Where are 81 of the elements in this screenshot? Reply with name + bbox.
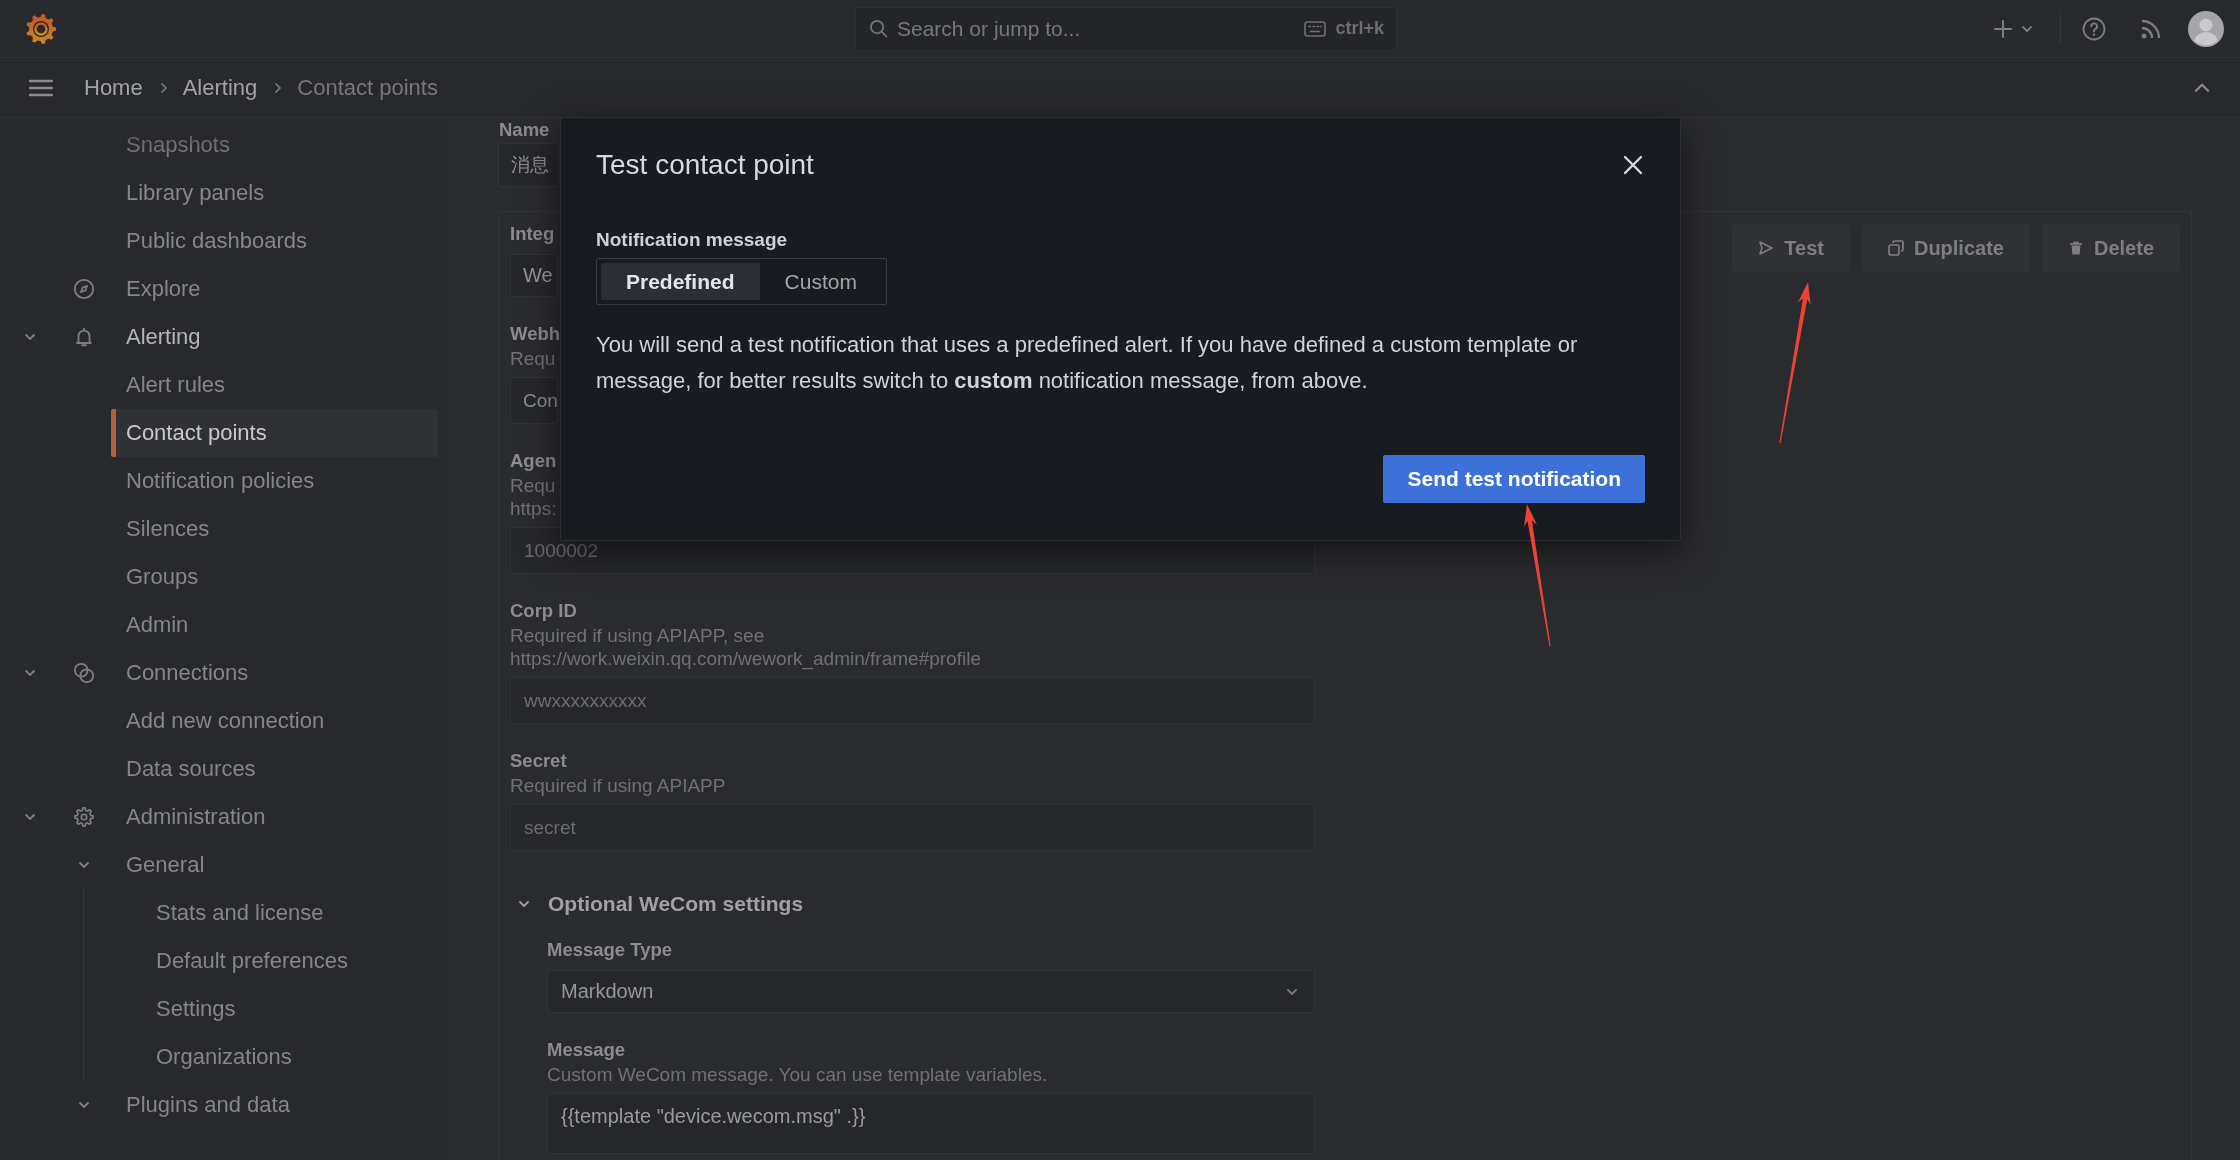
text-field[interactable]: secret: [510, 804, 1315, 851]
collapse-button[interactable]: Optional WeCom settings: [518, 887, 804, 921]
sidebar-item[interactable]: Connections: [111, 649, 438, 697]
field-label: Message Type: [547, 938, 673, 962]
search-input[interactable]: Search or jump to...: [897, 16, 1296, 41]
sidebar-item[interactable]: Add new connection: [111, 697, 438, 745]
bell-icon: [73, 326, 95, 348]
chevron-down-icon[interactable]: [78, 859, 90, 871]
field-label: Notification message: [596, 228, 788, 252]
sidebar-item[interactable]: Groups: [111, 553, 438, 601]
sidebar-item[interactable]: Organizations: [141, 1033, 438, 1081]
compass-icon: [73, 278, 95, 300]
sidebar-item[interactable]: Data sources: [111, 745, 438, 793]
keyboard-icon: [1304, 20, 1327, 37]
trash-icon: [2067, 240, 2084, 256]
sidebar-item[interactable]: Notification policies: [111, 457, 438, 505]
dialog-text: You will send a test notification that uses a predefined alert. If you have defined a custom template or message, for better results switch to custom notification message, from above.: [596, 331, 1579, 395]
dropdown-field[interactable]: Markdown: [547, 970, 1315, 1013]
breadcrumb-link[interactable]: Alerting: [182, 74, 258, 101]
gear-icon: [73, 806, 95, 828]
test-button[interactable]: Test: [1732, 224, 1850, 272]
message-field[interactable]: {{template "device.wecom.msg" .}}: [547, 1093, 1315, 1154]
sidebar-item[interactable]: Alert rules: [111, 361, 438, 409]
sidebar-item[interactable]: Settings: [141, 985, 438, 1033]
text-field[interactable]: 消息: [498, 143, 559, 187]
send-button[interactable]: Send test notification: [1383, 455, 1645, 503]
field-label: Webh: [510, 322, 561, 346]
chevron-down-icon[interactable]: [78, 1099, 90, 1111]
menu-icon[interactable]: [29, 78, 53, 97]
field-label: Secret: [510, 749, 567, 773]
search-icon: [869, 19, 888, 38]
sidebar-item[interactable]: Public dashboards: [111, 217, 438, 265]
shortcut-hint: ctrl+k: [1335, 18, 1384, 39]
field-label: Name: [499, 119, 550, 141]
breadcrumb-link[interactable]: Home: [84, 74, 143, 101]
field-description: Requ https:: [510, 474, 558, 520]
sidebar-item[interactable]: Administration: [111, 793, 438, 841]
breadcrumb-current: Contact points: [297, 74, 438, 101]
field-label: Message: [547, 1038, 626, 1062]
dialog-title: Test contact point: [596, 148, 814, 182]
avatar-icon[interactable]: [2188, 10, 2224, 47]
chevron-down-icon[interactable]: [24, 811, 36, 823]
sidebar-item[interactable]: Silences: [111, 505, 438, 553]
sidebar-item[interactable]: Explore: [111, 265, 438, 313]
chevron-down-icon: [518, 898, 530, 910]
rings-icon: [73, 662, 95, 684]
sidebar-item[interactable]: Stats and license: [141, 889, 438, 937]
sidebar-item[interactable]: Alerting: [111, 313, 438, 361]
dropdown-field[interactable]: We: [510, 254, 558, 297]
field-description: Requ: [510, 347, 557, 370]
new-button[interactable]: [1994, 19, 2033, 38]
help-icon[interactable]: [2082, 16, 2106, 41]
sidebar-item[interactable]: General: [111, 841, 438, 889]
field-description: Required if using APIAPP, see https://work.weixin.qq.com/wework_admin/frame#profile: [510, 624, 982, 670]
rss-icon[interactable]: [2140, 17, 2162, 40]
sidebar-item[interactable]: Snapshots: [111, 121, 438, 169]
sidebar-item[interactable]: Library panels: [111, 169, 438, 217]
sidebar-item[interactable]: Plugins and data: [111, 1081, 438, 1129]
text-field[interactable]: Con: [510, 377, 558, 424]
field-label: Integ: [510, 222, 555, 246]
field-description: Required if using APIAPP: [510, 774, 726, 797]
close-icon[interactable]: [1623, 155, 1643, 175]
segment-option[interactable]: Predefined: [601, 263, 760, 300]
text-field[interactable]: wwxxxxxxxxxx: [510, 677, 1315, 724]
duplicate-button[interactable]: Duplicate: [1861, 224, 2030, 272]
delete-button[interactable]: Delete: [2041, 224, 2180, 272]
send-icon: [1758, 240, 1775, 256]
chevron-down-icon[interactable]: [24, 331, 36, 343]
field-description: Custom WeCom message. You can use template variables.: [547, 1063, 1048, 1086]
sidebar-item[interactable]: Default preferences: [141, 937, 438, 985]
plus-icon: [1994, 19, 2012, 38]
sidebar-item[interactable]: Contact points: [111, 409, 438, 457]
search-field[interactable]: Search or jump to... ctrl+k: [855, 6, 1397, 51]
copy-icon: [1887, 240, 1904, 256]
logo-icon[interactable]: [25, 12, 57, 45]
field-label: Agen: [510, 449, 557, 473]
segment-option[interactable]: Custom: [759, 263, 882, 300]
field-label: Corp ID: [510, 599, 577, 623]
chevron-down-icon[interactable]: [24, 667, 36, 679]
chevron-up-icon[interactable]: [2194, 82, 2210, 93]
sidebar-item[interactable]: Admin: [111, 601, 438, 649]
